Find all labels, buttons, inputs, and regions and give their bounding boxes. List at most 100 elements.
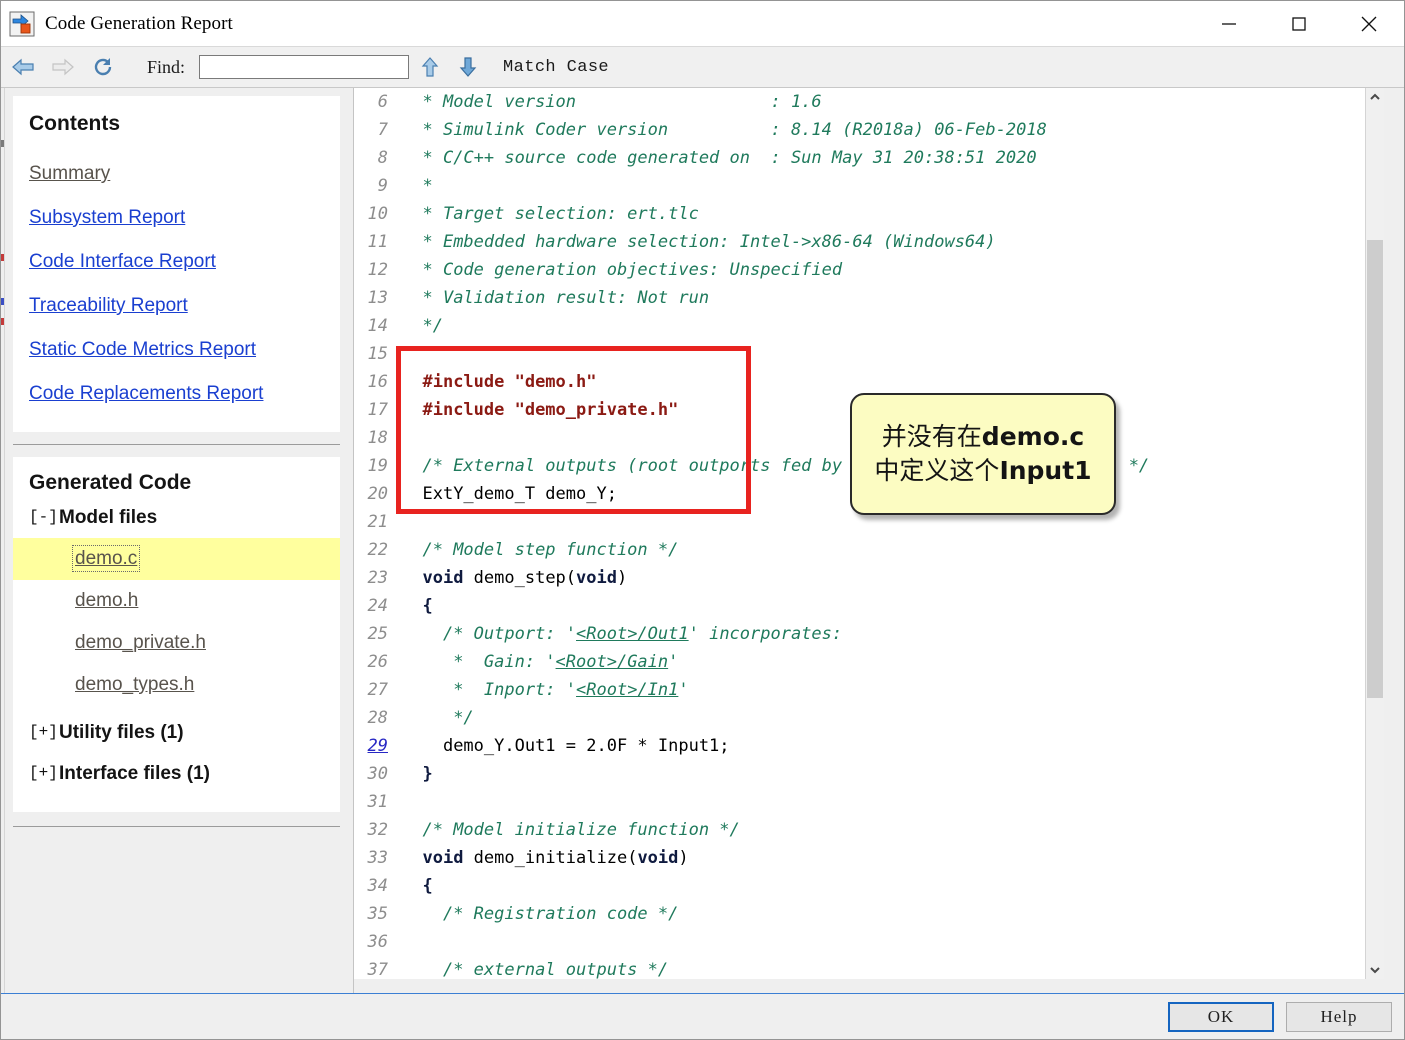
annotation-note: 并没有在demo.c 中定义这个Input1 <box>850 393 1116 515</box>
dialog-footer: OK Help <box>1 993 1404 1039</box>
code-line: 36 <box>354 928 1149 956</box>
file-item-demo-private-h[interactable]: demo_private.h <box>13 622 340 664</box>
sidebar: Contents Summary Subsystem Report Code I… <box>5 88 348 994</box>
file-link[interactable]: demo_types.h <box>75 674 194 695</box>
file-link[interactable]: demo.c <box>71 545 141 572</box>
code-line-number: 24 <box>367 596 388 616</box>
block-path-link[interactable]: <Root>/Out1 <box>576 624 689 644</box>
generated-code-title: Generated Code <box>29 471 192 494</box>
tree-group-utility-files[interactable]: [+] Utility files (1) <box>13 712 340 753</box>
collapse-toggle-icon[interactable]: [-] <box>29 497 59 538</box>
expand-toggle-icon[interactable]: [+] <box>29 712 59 753</box>
vertical-scrollbar-thumb[interactable] <box>1367 240 1383 698</box>
code-line: 6 * Model version : 1.6 <box>354 88 1149 116</box>
code-line: 32 /* Model initialize function */ <box>354 816 1149 844</box>
code-line-text: /* external outputs */ <box>402 960 668 979</box>
code-token: ExtY_demo_T demo_Y; <box>422 484 617 504</box>
code-token: #include "demo_private.h" <box>422 400 679 420</box>
code-line-number: 6 <box>377 92 388 112</box>
ok-button[interactable]: OK <box>1168 1001 1274 1032</box>
code-line-number: 12 <box>367 260 388 280</box>
find-next-button[interactable] <box>451 50 485 84</box>
code-line-number: 26 <box>367 652 388 672</box>
code-line-number: 8 <box>377 148 388 168</box>
tree-group-interface-files[interactable]: [+] Interface files (1) <box>13 753 340 794</box>
minimize-icon <box>1222 22 1236 25</box>
sidebar-link-code-replacements-report[interactable]: Code Replacements Report <box>13 372 340 416</box>
code-line-number: 9 <box>377 176 388 196</box>
code-line-text: /* Outport: '<Root>/Out1' incorporates: <box>402 624 842 644</box>
block-path-link[interactable]: <Root>/In1 <box>576 680 678 700</box>
file-item-demo-h[interactable]: demo.h <box>13 580 340 622</box>
code-line-text: * Code generation objectives: Unspecifie… <box>402 260 842 280</box>
code-token: void <box>422 568 464 588</box>
code-token: * Model version : 1.6 <box>422 92 822 112</box>
code-token: * Validation result: Not run <box>422 288 710 308</box>
sidebar-link-code-interface-report[interactable]: Code Interface Report <box>13 240 340 284</box>
help-button[interactable]: Help <box>1286 1001 1392 1032</box>
reload-button[interactable] <box>85 50 121 84</box>
code-line-text: * Model version : 1.6 <box>402 92 822 112</box>
code-token: * Gain: ' <box>453 652 556 672</box>
code-line: 30 } <box>354 760 1149 788</box>
file-link[interactable]: demo.h <box>75 590 138 611</box>
code-line-number-link[interactable]: 29 <box>354 736 402 756</box>
code-scroll-area: 6 * Model version : 1.6 7 * Simulink Code… <box>354 88 1366 979</box>
simulink-model-icon <box>9 11 35 37</box>
minimize-button[interactable] <box>1194 1 1264 46</box>
find-toolbar: Find: Match Case <box>1 47 1404 88</box>
scroll-up-button[interactable] <box>1366 88 1384 106</box>
code-line: 10 * Target selection: ert.tlc <box>354 200 1149 228</box>
generated-code-panel: Generated Code [-] Model files demo.c de… <box>13 457 340 812</box>
sidebar-link-summary[interactable]: Summary <box>13 152 340 196</box>
match-case-option[interactable]: Match Case <box>503 58 609 77</box>
code-line: 27 * Inport: '<Root>/In1' <box>354 676 1149 704</box>
sidebar-link-traceability-report[interactable]: Traceability Report <box>13 284 340 328</box>
close-button[interactable] <box>1334 1 1404 46</box>
block-path-link[interactable]: <Root>/Gain <box>556 652 669 672</box>
code-token: #include "demo.h" <box>422 372 597 392</box>
code-line-number: 11 <box>367 232 388 252</box>
contents-link-list: Summary Subsystem Report Code Interface … <box>13 152 340 416</box>
sidebar-link-static-code-metrics-report[interactable]: Static Code Metrics Report <box>13 328 340 372</box>
code-line: 7 * Simulink Coder version : 8.14 (R2018… <box>354 116 1149 144</box>
file-item-demo-types-h[interactable]: demo_types.h <box>13 664 340 706</box>
code-line: 25 /* Outport: '<Root>/Out1' incorporate… <box>354 620 1149 648</box>
code-line-text: * C/C++ source code generated on : Sun M… <box>402 148 1036 168</box>
code-line-text: */ <box>402 708 473 728</box>
code-token: * Code generation objectives: Unspecifie… <box>422 260 843 280</box>
window-title: Code Generation Report <box>45 12 233 34</box>
maximize-button[interactable] <box>1264 1 1334 46</box>
code-token: ' incorporates: <box>688 624 843 644</box>
file-link[interactable]: demo_private.h <box>75 632 206 653</box>
code-line: 35 /* Registration code */ <box>354 900 1149 928</box>
find-previous-button[interactable] <box>413 50 447 84</box>
code-token: * Embedded hardware selection: Intel->x8… <box>422 232 996 252</box>
tree-group-model-files[interactable]: [-] Model files <box>13 497 340 538</box>
vertical-scrollbar[interactable] <box>1365 88 1384 979</box>
horizontal-scrollbar[interactable] <box>354 979 1384 994</box>
scroll-down-button[interactable] <box>1366 961 1384 979</box>
expand-toggle-icon[interactable]: [+] <box>29 753 59 794</box>
code-token: demo_initialize( <box>463 848 638 868</box>
find-label: Find: <box>147 56 186 77</box>
code-line: 24 { <box>354 592 1149 620</box>
code-token: } <box>422 764 433 784</box>
search-input[interactable] <box>199 55 410 79</box>
code-line-number: 15 <box>367 344 388 364</box>
sidebar-link-subsystem-report[interactable]: Subsystem Report <box>13 196 340 240</box>
code-line-number: 20 <box>367 484 388 504</box>
code-line: 37 /* external outputs */ <box>354 956 1149 979</box>
back-button[interactable] <box>5 50 41 84</box>
close-icon <box>1361 16 1377 31</box>
file-item-demo-c[interactable]: demo.c <box>13 538 340 580</box>
